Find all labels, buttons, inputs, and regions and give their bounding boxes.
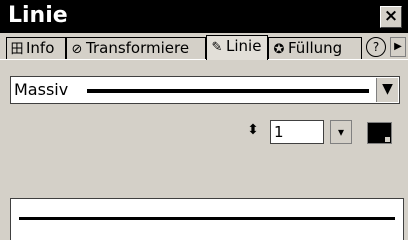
tab-info-label: Info: [26, 39, 55, 57]
line-style-value: Massiv: [14, 80, 69, 99]
tab-transformiere-label: Transformiere: [86, 39, 190, 57]
chevron-down-icon[interactable]: ▼: [376, 78, 398, 102]
transform-icon: ⊘: [71, 42, 83, 57]
line-style-sample: [87, 89, 369, 93]
pen-icon: ✎: [211, 40, 223, 55]
line-style-select[interactable]: Massiv ▼: [10, 76, 400, 104]
line-color-swatch[interactable]: [367, 122, 392, 144]
line-preview: [10, 198, 404, 240]
info-icon: 田: [10, 42, 24, 57]
tab-fuellung-label: Füllung: [288, 39, 343, 57]
tab-linie-label: Linie: [226, 37, 262, 55]
line-width-dropdown-icon[interactable]: ▾: [330, 120, 352, 144]
line-width-input[interactable]: 1: [270, 120, 324, 144]
help-icon[interactable]: ?: [366, 37, 386, 57]
close-button[interactable]: ×: [380, 6, 402, 28]
tab-info[interactable]: 田 Info: [6, 37, 66, 59]
tab-linie[interactable]: ✎ Linie: [206, 35, 268, 60]
window-title: Linie: [8, 3, 68, 28]
tab-fuellung[interactable]: ✪ Füllung: [268, 37, 362, 59]
color-picker-corner-icon: [385, 137, 390, 142]
line-preview-sample: [19, 217, 395, 220]
tab-strip: 田 Info ⊘ Transformiere ✎ Linie ✪ Füllung ? ▶: [0, 33, 408, 69]
tab-transformiere[interactable]: ⊘ Transformiere: [66, 37, 206, 59]
fill-icon: ✪: [273, 42, 285, 57]
line-width-icon: ⬍: [247, 122, 259, 138]
tab-divider: [0, 59, 408, 60]
tab-scroll-right-icon[interactable]: ▶: [390, 37, 406, 57]
title-bar: Linie ×: [0, 0, 408, 33]
